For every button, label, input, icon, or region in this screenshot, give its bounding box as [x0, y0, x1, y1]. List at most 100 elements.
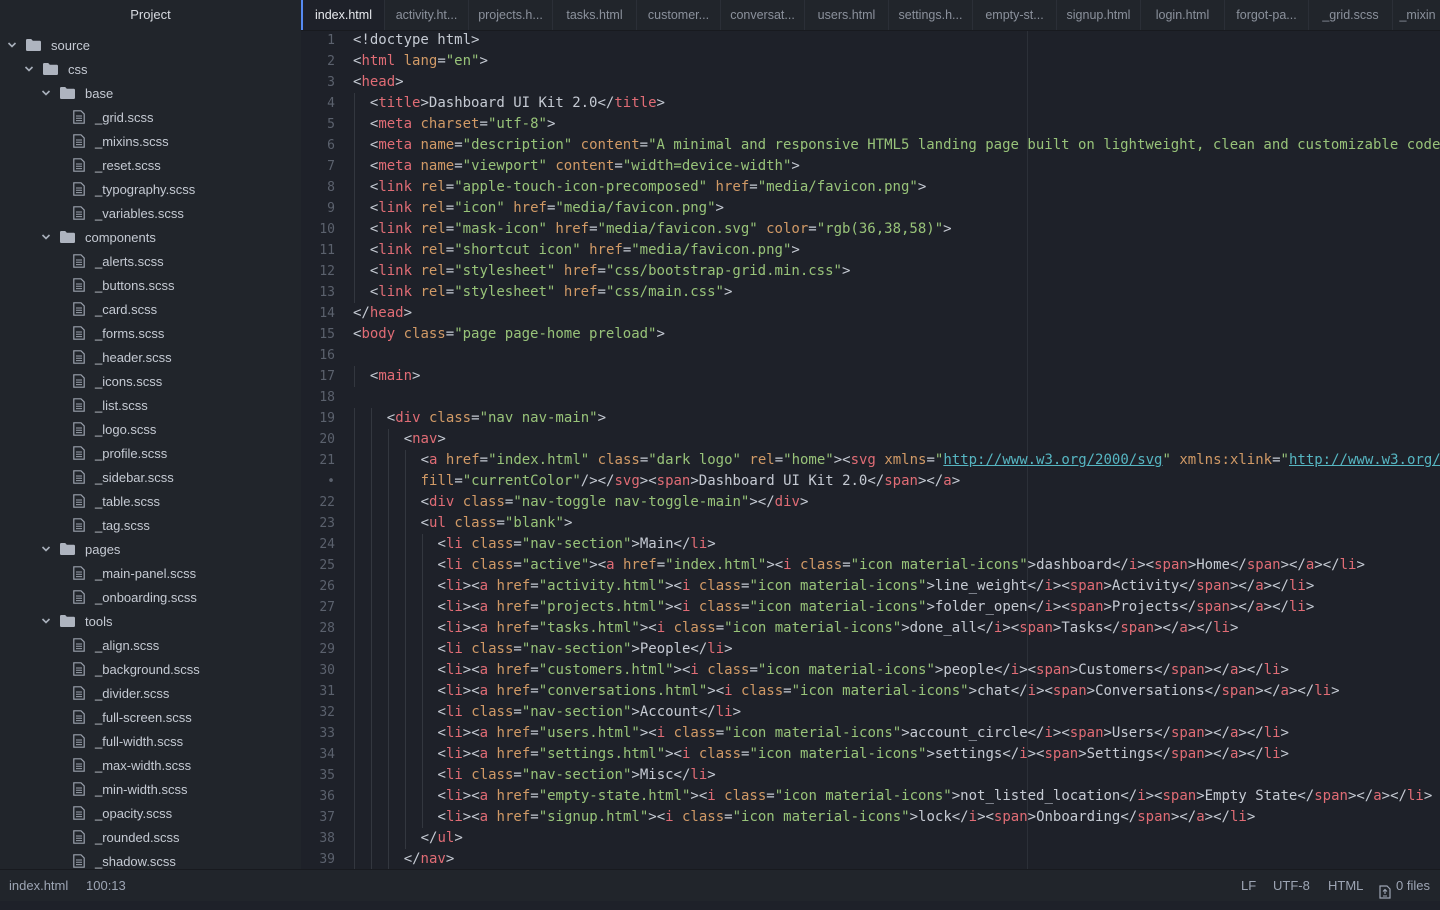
- editor-tab[interactable]: projects.h...: [469, 0, 553, 30]
- editor-tab[interactable]: _mixin: [1393, 0, 1440, 30]
- file-text-icon: [73, 374, 85, 388]
- code-token[interactable]: http://www.w3.org/: [1289, 452, 1440, 468]
- tree-file[interactable]: _tag.scss: [0, 513, 301, 537]
- tree-file[interactable]: _icons.scss: [0, 369, 301, 393]
- status-file-path[interactable]: index.html: [9, 870, 68, 901]
- tree-file[interactable]: _list.scss: [0, 393, 301, 417]
- code-token: =: [479, 116, 488, 132]
- chevron-down-icon[interactable]: [24, 64, 34, 74]
- tree-file[interactable]: _rounded.scss: [0, 825, 301, 849]
- code-token: >: [454, 830, 463, 846]
- editor-tab[interactable]: tasks.html: [553, 0, 637, 30]
- tree-file[interactable]: _reset.scss: [0, 153, 301, 177]
- tree-folder[interactable]: tools: [0, 609, 301, 633]
- tree-file[interactable]: _background.scss: [0, 657, 301, 681]
- tree-file[interactable]: _full-screen.scss: [0, 705, 301, 729]
- status-cursor-position[interactable]: 100:13: [86, 870, 126, 901]
- code-token: >: [656, 95, 665, 111]
- tree-file[interactable]: _card.scss: [0, 297, 301, 321]
- tree-file[interactable]: _opacity.scss: [0, 801, 301, 825]
- indent-guide: [354, 702, 355, 723]
- tree-item-label: _opacity.scss: [95, 805, 173, 821]
- editor-tab[interactable]: activity.ht...: [385, 0, 469, 30]
- tree-folder[interactable]: css: [0, 57, 301, 81]
- editor-tab[interactable]: conversat...: [721, 0, 805, 30]
- status-grammar[interactable]: HTML: [1328, 870, 1363, 901]
- code-token: "icon material-icons": [732, 809, 910, 825]
- code-token: =: [530, 620, 539, 636]
- code-editor[interactable]: 1 2 3 4 5 6 7 8 9 10 11 12 13 14 15 16 17 18 19 20 21 • 22 23 24…: [301, 31, 1440, 869]
- tree-file[interactable]: _onboarding.scss: [0, 585, 301, 609]
- indent-guide: [387, 807, 389, 828]
- editor-tab[interactable]: index.html: [301, 0, 385, 30]
- status-encoding[interactable]: UTF-8: [1273, 870, 1310, 901]
- tree-file[interactable]: _divider.scss: [0, 681, 301, 705]
- code-token: >chat</: [968, 683, 1028, 699]
- code-token: >: [1246, 809, 1256, 825]
- status-line-ending[interactable]: LF: [1241, 870, 1256, 901]
- tree-file[interactable]: _logo.scss: [0, 417, 301, 441]
- tree-file[interactable]: _alerts.scss: [0, 249, 301, 273]
- editor-tab[interactable]: empty-st...: [973, 0, 1057, 30]
- code-token: >: [546, 116, 556, 132]
- code-token: li: [1314, 683, 1332, 699]
- chevron-down-icon[interactable]: [41, 616, 51, 626]
- tree-folder[interactable]: base: [0, 81, 301, 105]
- code-line: <div class="nav-toggle nav-toggle-main">…: [421, 492, 809, 513]
- tree-file[interactable]: _grid.scss: [0, 105, 301, 129]
- code-token: i: [1137, 788, 1146, 804]
- code-token: "icon material-icons": [791, 683, 969, 699]
- code-token: =: [749, 179, 758, 195]
- tree-file[interactable]: _shadow.scss: [0, 849, 301, 869]
- indent-guide: [354, 618, 355, 639]
- code-token: class: [403, 326, 446, 342]
- chevron-down-icon[interactable]: [7, 40, 17, 50]
- code-token: >People</: [631, 641, 708, 657]
- tree-file[interactable]: _buttons.scss: [0, 273, 301, 297]
- tree-file[interactable]: _max-width.scss: [0, 753, 301, 777]
- tree-folder[interactable]: source: [0, 33, 301, 57]
- tree-item-label: css: [68, 61, 88, 77]
- code-token: "nav-toggle nav-toggle-main": [513, 494, 750, 510]
- tree-file[interactable]: _align.scss: [0, 633, 301, 657]
- code-token: >not_listed_location</: [951, 788, 1138, 804]
- tree-folder[interactable]: pages: [0, 537, 301, 561]
- chevron-down-icon[interactable]: [41, 544, 51, 554]
- editor-tab[interactable]: customer...: [637, 0, 721, 30]
- tree-file[interactable]: _profile.scss: [0, 441, 301, 465]
- tree-file[interactable]: _typography.scss: [0, 177, 301, 201]
- tree-file[interactable]: _min-width.scss: [0, 777, 301, 801]
- folder-icon: [43, 63, 58, 75]
- editor-tab[interactable]: users.html: [805, 0, 889, 30]
- tree-file[interactable]: _sidebar.scss: [0, 465, 301, 489]
- code-token: >line_weight</: [926, 578, 1045, 594]
- code-token: meta: [378, 158, 413, 174]
- tree-file[interactable]: _header.scss: [0, 345, 301, 369]
- editor-tab[interactable]: settings.h...: [889, 0, 973, 30]
- status-git-files[interactable]: 0 files: [1379, 870, 1430, 901]
- code-token: link: [378, 284, 413, 300]
- tree-file[interactable]: _mixins.scss: [0, 129, 301, 153]
- editor-tab[interactable]: login.html: [1141, 0, 1225, 30]
- indent-guide: [421, 660, 423, 681]
- tree-file[interactable]: _table.scss: [0, 489, 301, 513]
- tree-file[interactable]: _main-panel.scss: [0, 561, 301, 585]
- code-token: link: [378, 242, 413, 258]
- indent-guide: [387, 786, 389, 807]
- code-token: fill: [420, 473, 455, 489]
- editor-tab[interactable]: forgot-pa...: [1225, 0, 1309, 30]
- editor-tab[interactable]: _grid.scss: [1309, 0, 1393, 30]
- code-token: =: [445, 221, 455, 237]
- tree-folder[interactable]: components: [0, 225, 301, 249]
- tree-file[interactable]: _variables.scss: [0, 201, 301, 225]
- chevron-down-icon[interactable]: [41, 88, 51, 98]
- chevron-down-icon[interactable]: [41, 232, 51, 242]
- code-token: li: [1406, 788, 1424, 804]
- tree-file[interactable]: _forms.scss: [0, 321, 301, 345]
- code-token[interactable]: http://www.w3.org/2000/svg: [943, 452, 1162, 468]
- code-token: a: [1196, 809, 1205, 825]
- tree-file[interactable]: _full-width.scss: [0, 729, 301, 753]
- indent-guide: [370, 702, 372, 723]
- code-token: =: [437, 53, 446, 69]
- editor-tab[interactable]: signup.html: [1057, 0, 1141, 30]
